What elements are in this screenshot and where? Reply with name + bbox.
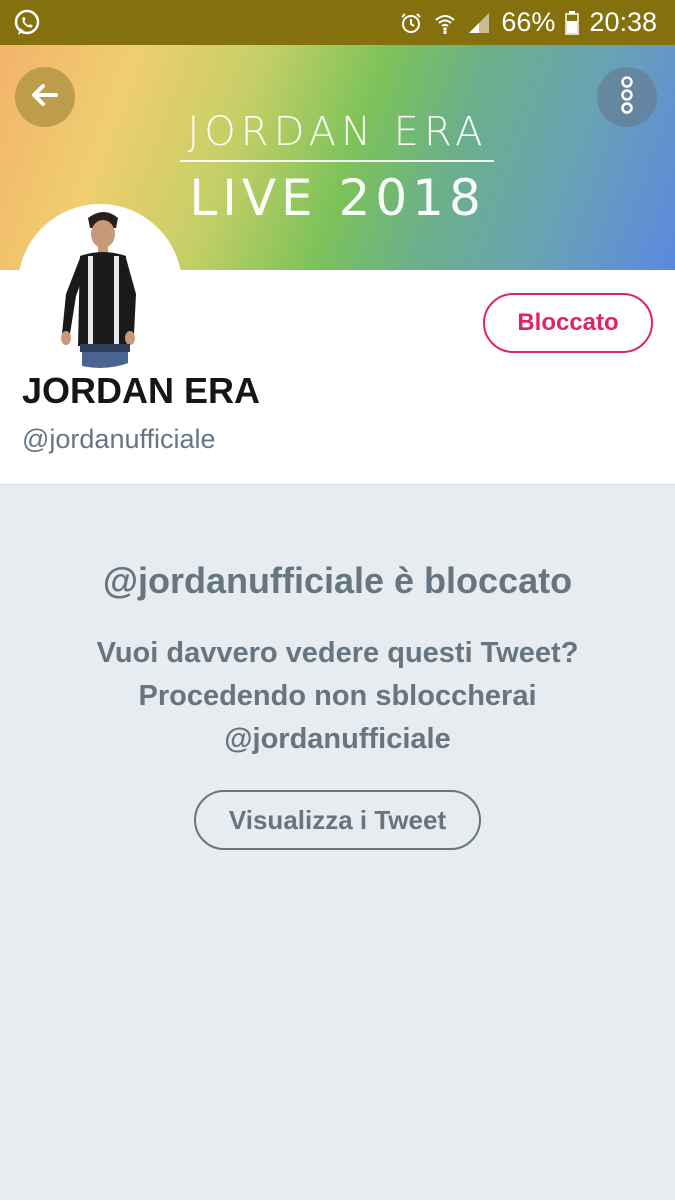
- alarm-icon: [399, 11, 423, 35]
- battery-percent: 66%: [501, 7, 556, 37]
- whatsapp-icon: [12, 8, 42, 38]
- more-vertical-icon: [620, 75, 634, 119]
- blocked-notice-line-1: Vuoi davvero vedere questi Tweet?: [96, 637, 579, 669]
- status-right: 66% 20:38: [399, 0, 657, 45]
- blocked-notice-title: @jordanufficiale è bloccato: [102, 560, 573, 601]
- blocked-notice-body: Vuoi davvero vedere questi Tweet? Proced…: [40, 632, 635, 761]
- avatar-person-illustration: [18, 204, 182, 368]
- profile-avatar[interactable]: [18, 204, 182, 368]
- profile-name: JORDAN ERA: [22, 370, 261, 411]
- blocked-button[interactable]: Bloccato: [483, 293, 653, 353]
- status-bar: 66% 20:38: [0, 0, 675, 45]
- view-tweets-button[interactable]: Visualizza i Tweet: [194, 790, 481, 850]
- more-options-button[interactable]: [597, 67, 657, 127]
- battery-icon: [565, 10, 580, 35]
- blocked-notice-line-2: Procedendo non sbloccherai: [138, 680, 537, 712]
- profile-handle: @jordanufficiale: [22, 424, 216, 454]
- signal-icon: [467, 11, 491, 35]
- blocked-notice-line-3: @jordanufficiale: [224, 723, 451, 755]
- banner-divider: [180, 160, 494, 162]
- clock: 20:38: [589, 7, 657, 37]
- banner-title: JORDAN ERA: [187, 109, 488, 155]
- back-arrow-icon: [28, 78, 62, 117]
- wifi-icon: [433, 11, 457, 35]
- back-button[interactable]: [15, 67, 75, 127]
